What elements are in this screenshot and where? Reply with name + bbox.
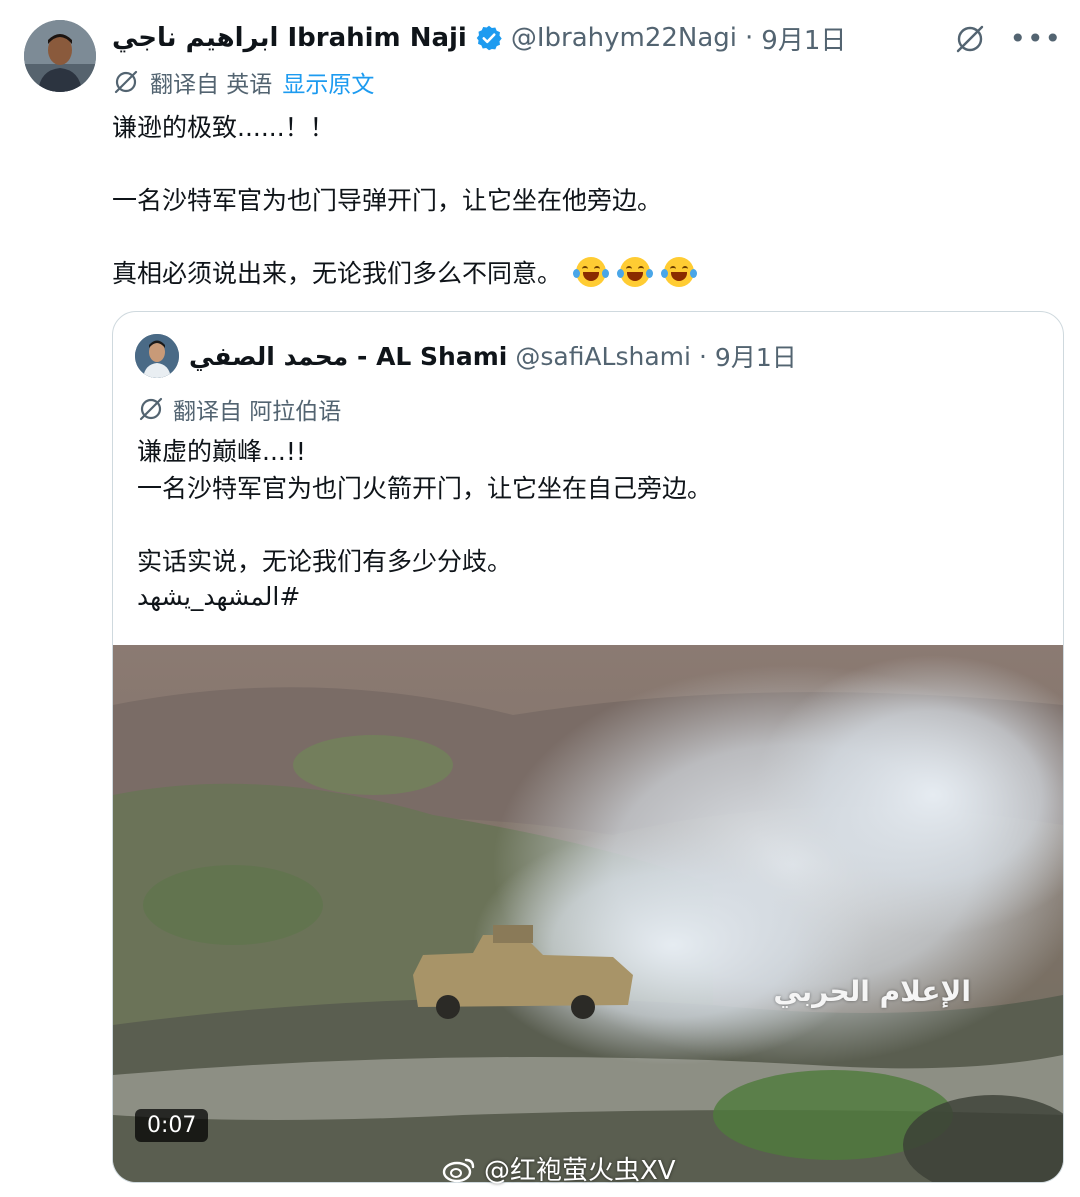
weibo-logo-icon	[442, 1158, 475, 1182]
tweet-header: ابراهيم ناجي Ibrahim Naji @Ibrahym22Nagi…	[112, 18, 846, 58]
quoted-text-line-1: 谦虚的巅峰...!!	[137, 437, 306, 466]
quoted-text-line-2: 一名沙特军官为也门火箭开门，让它坐在自己旁边。	[137, 474, 713, 503]
tweet-text-line-3: 真相必须说出来，无论我们多么不同意。	[112, 254, 697, 290]
translation-notice: 翻译自 英语 显示原文	[112, 64, 374, 100]
tweet-date[interactable]: 9月1日	[761, 20, 846, 57]
grok-icon[interactable]	[953, 22, 987, 56]
quoted-avatar[interactable]	[135, 334, 179, 378]
quoted-author-name[interactable]: محمد الصفي - AL Shami	[189, 342, 507, 371]
quoted-tweet-card[interactable]: محمد الصفي - AL Shami @safiALshami · 9月1…	[112, 311, 1064, 1183]
tweet-text-line-3-text: 真相必须说出来，无论我们多么不同意。	[112, 259, 563, 288]
video-overlay-text: الإعلام الحربي	[773, 975, 971, 1008]
quoted-translation-notice: 翻译自 阿拉伯语	[137, 392, 341, 426]
translated-from-label: 翻译自 英语	[150, 72, 273, 98]
quoted-translated-from-label: 翻译自 阿拉伯语	[173, 399, 342, 425]
video-duration-badge: 0:07	[135, 1109, 209, 1142]
face-with-tears-of-joy-icon	[616, 257, 653, 287]
avatar[interactable]	[24, 20, 96, 92]
verified-badge-icon	[476, 25, 502, 51]
author-handle[interactable]: @Ibrahym22Nagi	[511, 23, 737, 53]
tweet-text-line-2: 一名沙特军官为也门导弹开门，让它坐在他旁边。	[112, 186, 663, 215]
video-player[interactable]: الإعلام الحربي 0:07	[113, 645, 1063, 1182]
watermark: @红袍萤火虫XV	[442, 1150, 676, 1187]
face-with-tears-of-joy-icon	[572, 257, 609, 287]
tweet-actions-top: •••	[953, 22, 1062, 56]
translate-icon	[139, 397, 163, 421]
quoted-separator-dot: ·	[698, 341, 707, 371]
quoted-tweet-date[interactable]: 9月1日	[715, 338, 797, 374]
quoted-tweet-header: محمد الصفي - AL Shami @safiALshami · 9月1…	[189, 338, 797, 374]
tweet-text-line-1: 谦逊的极致......！！	[112, 113, 335, 142]
translate-icon	[114, 70, 138, 94]
more-options-icon[interactable]: •••	[1009, 25, 1062, 53]
author-name[interactable]: ابراهيم ناجي Ibrahim Naji	[112, 23, 467, 53]
face-with-tears-of-joy-icon	[660, 257, 697, 287]
quoted-text-line-3: 实话实说，无论我们有多少分歧。	[137, 547, 513, 576]
video-thumbnail	[113, 645, 1063, 1182]
quoted-hashtag[interactable]: #المشهد_يشهد	[137, 582, 337, 611]
quoted-author-handle[interactable]: @safiALshami	[515, 342, 691, 371]
watermark-text: @红袍萤火虫XV	[484, 1156, 676, 1186]
show-original-link[interactable]: 显示原文	[282, 65, 374, 99]
separator-dot: ·	[745, 23, 754, 53]
